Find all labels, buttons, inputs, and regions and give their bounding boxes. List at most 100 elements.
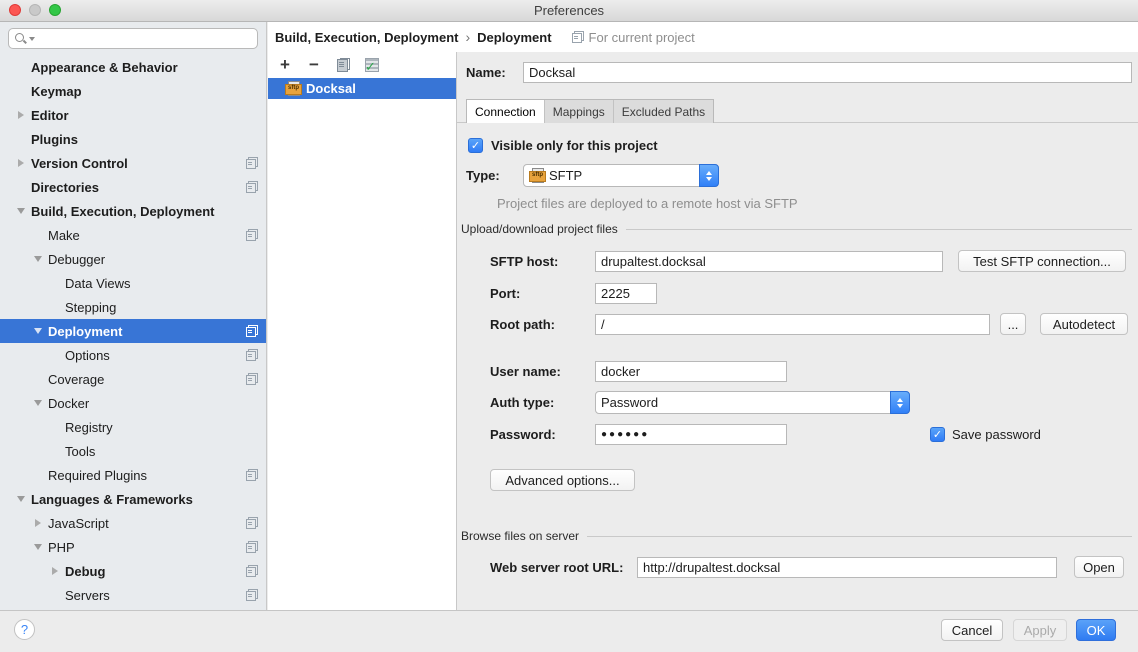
- ok-button[interactable]: OK: [1076, 619, 1116, 641]
- open-button[interactable]: Open: [1074, 556, 1124, 578]
- add-server-button[interactable]: +: [277, 57, 293, 73]
- sidebar-item-label: Directories: [31, 180, 99, 195]
- copy-server-button[interactable]: [335, 57, 351, 73]
- password-input[interactable]: ●●●●●●: [595, 424, 787, 445]
- server-list-item-docksal[interactable]: Docksal: [268, 78, 456, 99]
- settings-search-input[interactable]: [8, 28, 258, 49]
- collapse-arrow-icon[interactable]: [34, 544, 42, 550]
- apply-button[interactable]: Apply: [1013, 619, 1067, 641]
- sidebar-item-editor[interactable]: Editor: [0, 103, 266, 127]
- expand-arrow-icon[interactable]: [18, 111, 24, 119]
- expand-arrow-icon[interactable]: [52, 567, 58, 575]
- sidebar-item-build-execution-deployment[interactable]: Build, Execution, Deployment: [0, 199, 266, 223]
- sidebar-item-label: Data Views: [65, 276, 131, 291]
- sidebar-item-debug[interactable]: Debug: [0, 559, 266, 583]
- per-project-icon: [246, 469, 258, 481]
- auth-type-select[interactable]: Password: [595, 391, 910, 414]
- user-name-label: User name:: [490, 364, 595, 379]
- upload-section-title: Upload/download project files: [461, 222, 618, 236]
- web-root-input[interactable]: http://drupaltest.docksal: [637, 557, 1057, 578]
- use-as-default-button[interactable]: [364, 57, 380, 73]
- sidebar-item-keymap[interactable]: Keymap: [0, 79, 266, 103]
- sidebar-item-label: Editor: [31, 108, 69, 123]
- advanced-options-button[interactable]: Advanced options...: [490, 469, 635, 491]
- browse-root-path-button[interactable]: ...: [1000, 313, 1026, 335]
- sidebar-item-data-views[interactable]: Data Views: [0, 271, 266, 295]
- close-window-button[interactable]: [9, 4, 21, 16]
- sidebar-item-languages-frameworks[interactable]: Languages & Frameworks: [0, 487, 266, 511]
- per-project-icon: [246, 565, 258, 577]
- sidebar-item-appearance-behavior[interactable]: Appearance & Behavior: [0, 55, 266, 79]
- search-options-chevron-icon[interactable]: [29, 37, 35, 41]
- type-help-text: Project files are deployed to a remote h…: [497, 196, 798, 211]
- collapse-arrow-icon[interactable]: [17, 208, 25, 214]
- scope-indicator: For current project: [572, 30, 695, 45]
- per-project-icon: [246, 325, 258, 337]
- save-password-label: Save password: [952, 427, 1041, 442]
- root-path-input[interactable]: /: [595, 314, 990, 335]
- tab-connection[interactable]: Connection: [467, 100, 545, 123]
- sidebar-item-options[interactable]: Options: [0, 343, 266, 367]
- sidebar-item-required-plugins[interactable]: Required Plugins: [0, 463, 266, 487]
- sidebar-item-docker[interactable]: Docker: [0, 391, 266, 415]
- sidebar-item-label: Required Plugins: [48, 468, 147, 483]
- help-button[interactable]: ?: [14, 619, 35, 640]
- cancel-button[interactable]: Cancel: [941, 619, 1003, 641]
- sidebar-item-php[interactable]: PHP: [0, 535, 266, 559]
- sidebar-item-tools[interactable]: Tools: [0, 439, 266, 463]
- sftp-host-label: SFTP host:: [490, 254, 595, 269]
- collapse-arrow-icon[interactable]: [17, 496, 25, 502]
- sidebar-item-directories[interactable]: Directories: [0, 175, 266, 199]
- user-name-input[interactable]: docker: [595, 361, 787, 382]
- auth-type-value: Password: [601, 395, 890, 410]
- per-project-icon: [246, 373, 258, 385]
- copy-icon: [337, 58, 350, 72]
- expand-arrow-icon[interactable]: [18, 159, 24, 167]
- zoom-window-button[interactable]: [49, 4, 61, 16]
- tab-bar: ConnectionMappingsExcluded Paths: [457, 99, 1138, 123]
- tab-excluded-paths[interactable]: Excluded Paths: [614, 100, 713, 123]
- per-project-icon: [246, 589, 258, 601]
- per-project-icon: [246, 349, 258, 361]
- type-value: SFTP: [549, 168, 699, 183]
- test-sftp-connection-button[interactable]: Test SFTP connection...: [958, 250, 1126, 272]
- sidebar-item-stepping[interactable]: Stepping: [0, 295, 266, 319]
- title-bar: Preferences: [0, 0, 1138, 22]
- name-input[interactable]: Docksal: [523, 62, 1132, 83]
- sidebar-item-label: Tools: [65, 444, 95, 459]
- breadcrumb-parent[interactable]: Build, Execution, Deployment: [275, 30, 458, 45]
- save-password-checkbox[interactable]: ✓: [930, 427, 945, 442]
- deployment-form: Name: Docksal ConnectionMappingsExcluded…: [457, 52, 1138, 610]
- sidebar-item-servers[interactable]: Servers: [0, 583, 266, 607]
- autodetect-button[interactable]: Autodetect: [1040, 313, 1128, 335]
- collapse-arrow-icon[interactable]: [34, 400, 42, 406]
- sidebar-item-label: Build, Execution, Deployment: [31, 204, 214, 219]
- sidebar-item-label: Debug: [65, 564, 105, 579]
- collapse-arrow-icon[interactable]: [34, 256, 42, 262]
- server-name: Docksal: [306, 81, 356, 96]
- type-select[interactable]: SFTP: [523, 164, 719, 187]
- sidebar-item-debugger[interactable]: Debugger: [0, 247, 266, 271]
- type-select-stepper-icon[interactable]: [699, 164, 719, 187]
- collapse-arrow-icon[interactable]: [34, 328, 42, 334]
- sftp-host-input[interactable]: drupaltest.docksal: [595, 251, 943, 272]
- upload-section-header: Upload/download project files: [461, 222, 1132, 236]
- sidebar-item-label: JavaScript: [48, 516, 109, 531]
- type-label: Type:: [466, 168, 523, 183]
- auth-type-stepper-icon[interactable]: [890, 391, 910, 414]
- sidebar-item-version-control[interactable]: Version Control: [0, 151, 266, 175]
- sidebar-item-registry[interactable]: Registry: [0, 415, 266, 439]
- tab-mappings[interactable]: Mappings: [545, 100, 614, 123]
- visible-only-checkbox[interactable]: ✓: [468, 138, 483, 153]
- sidebar-item-coverage[interactable]: Coverage: [0, 367, 266, 391]
- sidebar-item-plugins[interactable]: Plugins: [0, 127, 266, 151]
- sidebar-item-make[interactable]: Make: [0, 223, 266, 247]
- sidebar-item-javascript[interactable]: JavaScript: [0, 511, 266, 535]
- port-input[interactable]: 2225: [595, 283, 657, 304]
- sidebar-item-deployment[interactable]: Deployment: [0, 319, 266, 343]
- server-list-toolbar: + −: [268, 52, 456, 78]
- settings-tree: Appearance & BehaviorKeymap Editor Plugins…: [0, 55, 266, 607]
- sidebar-item-label: Options: [65, 348, 110, 363]
- expand-arrow-icon[interactable]: [35, 519, 41, 527]
- remove-server-button[interactable]: −: [306, 57, 322, 73]
